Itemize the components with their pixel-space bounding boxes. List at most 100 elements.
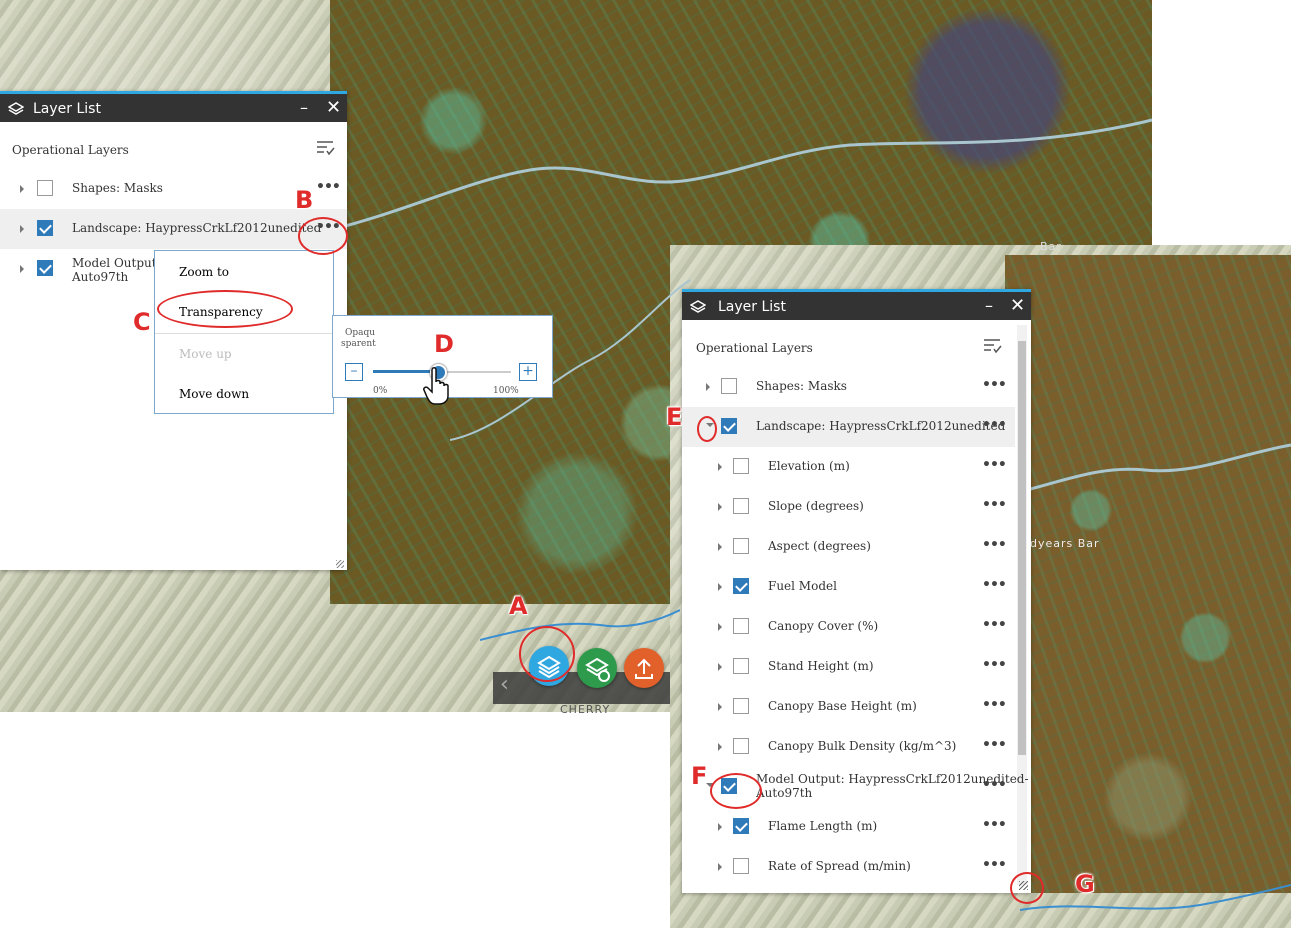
map-label-cherry: CHERRY — [560, 703, 611, 716]
toolbar-collapse-button[interactable]: ‹ — [500, 672, 509, 697]
layer-row[interactable]: Canopy Cover (%) ••• — [682, 607, 1015, 647]
close-button[interactable]: ✕ — [326, 97, 341, 118]
scrollbar-thumb[interactable] — [1018, 341, 1026, 755]
layer-row[interactable]: Aspect (degrees) ••• — [682, 527, 1015, 567]
minimize-button[interactable]: – — [985, 296, 993, 315]
slider-max-label: 100% — [493, 386, 519, 396]
add-data-button[interactable] — [577, 648, 617, 688]
layer-more-icon[interactable]: ••• — [982, 497, 1007, 513]
layer-row[interactable]: Elevation (m) ••• — [682, 447, 1015, 487]
layer-checkbox[interactable] — [733, 858, 749, 874]
menu-item-move-down[interactable]: Move down — [179, 387, 249, 401]
resize-handle-icon[interactable] — [336, 560, 344, 568]
layer-label: Flame Length (m) — [768, 819, 878, 833]
layer-label: Stand Height (m) — [768, 659, 874, 673]
layer-more-icon[interactable]: ••• — [316, 179, 341, 195]
layer-row[interactable]: Fuel Model ••• — [682, 567, 1015, 607]
layer-more-icon[interactable]: ••• — [982, 777, 1007, 793]
layer-row[interactable]: Canopy Base Height (m) ••• — [682, 687, 1015, 727]
layer-label: Elevation (m) — [768, 459, 850, 473]
layer-checkbox[interactable] — [37, 180, 53, 196]
layer-more-icon[interactable]: ••• — [982, 537, 1007, 553]
layer-more-icon[interactable]: ••• — [982, 417, 1007, 433]
layer-more-icon[interactable]: ••• — [982, 377, 1007, 393]
layers-icon — [8, 102, 24, 115]
layer-row[interactable]: Slope (degrees) ••• — [682, 487, 1015, 527]
layer-checkbox[interactable] — [733, 658, 749, 674]
layer-checkbox[interactable] — [733, 578, 749, 594]
expand-caret-icon[interactable] — [718, 703, 722, 711]
layer-label-line2: Auto97th — [756, 786, 813, 800]
slider-minus-button[interactable]: – — [345, 363, 363, 381]
layer-row[interactable]: Flame Length (m) ••• — [682, 807, 1015, 847]
layer-label-line2: Auto97th — [72, 270, 129, 284]
operational-layers-title: Operational Layers — [12, 143, 129, 157]
layer-more-icon[interactable]: ••• — [982, 697, 1007, 713]
layer-row[interactable]: Rate of Spread (m/min) ••• — [682, 847, 1015, 887]
annotation-e: E — [666, 403, 683, 431]
map-label-dyears-bar: dyears Bar — [1030, 537, 1100, 550]
layer-more-icon[interactable]: ••• — [982, 617, 1007, 633]
expand-caret-icon[interactable] — [20, 185, 24, 193]
layer-more-icon[interactable]: ••• — [982, 817, 1007, 833]
expand-caret-icon[interactable] — [718, 543, 722, 551]
map-label-bar: Bar — [1040, 240, 1062, 253]
layer-more-icon[interactable]: ••• — [982, 737, 1007, 753]
slider-plus-button[interactable]: + — [519, 363, 537, 381]
hand-pointer-icon — [423, 367, 449, 405]
layer-checkbox[interactable] — [733, 498, 749, 514]
expand-caret-icon[interactable] — [706, 383, 710, 391]
expand-caret-icon[interactable] — [20, 265, 24, 273]
layer-label: Slope (degrees) — [768, 499, 864, 513]
annotation-b: B — [295, 186, 314, 214]
panel-header: Layer List – ✕ — [0, 91, 347, 122]
operational-layers-title: Operational Layers — [696, 341, 813, 355]
layer-more-icon[interactable]: ••• — [982, 857, 1007, 873]
expand-caret-icon[interactable] — [718, 503, 722, 511]
layer-row-landscape[interactable]: Landscape: HaypressCrkLf2012unedited ••• — [0, 209, 347, 249]
layer-checkbox[interactable] — [733, 698, 749, 714]
expand-caret-icon[interactable] — [718, 463, 722, 471]
layer-checkbox[interactable] — [37, 220, 53, 236]
layer-checkbox[interactable] — [721, 378, 737, 394]
annotation-ring-f — [710, 773, 762, 809]
layer-checkbox[interactable] — [733, 538, 749, 554]
annotation-d: D — [434, 330, 454, 358]
layer-more-icon[interactable]: ••• — [982, 577, 1007, 593]
expand-caret-icon[interactable] — [718, 863, 722, 871]
layer-label: Shapes: Masks — [756, 379, 847, 393]
layer-checkbox[interactable] — [733, 618, 749, 634]
layer-checkbox[interactable] — [733, 738, 749, 754]
layer-more-icon[interactable]: ••• — [982, 657, 1007, 673]
annotation-c: C — [133, 308, 151, 336]
layer-more-icon[interactable]: ••• — [982, 457, 1007, 473]
expand-caret-icon[interactable] — [718, 583, 722, 591]
layers-icon — [690, 300, 706, 313]
options-filter-icon[interactable] — [315, 139, 335, 157]
layer-row[interactable]: Stand Height (m) ••• — [682, 647, 1015, 687]
layer-checkbox[interactable] — [721, 418, 737, 434]
layer-label: Landscape: HaypressCrkLf2012unedited — [72, 221, 322, 235]
menu-divider — [155, 333, 333, 334]
layer-checkbox[interactable] — [733, 458, 749, 474]
layer-checkbox[interactable] — [733, 818, 749, 834]
options-filter-icon[interactable] — [982, 337, 1002, 355]
panel-title: Layer List — [718, 299, 786, 315]
layer-label: Canopy Cover (%) — [768, 619, 879, 633]
layer-row[interactable]: Canopy Bulk Density (kg/m^3) ••• — [682, 727, 1015, 767]
expand-caret-icon[interactable] — [718, 663, 722, 671]
expand-caret-icon[interactable] — [20, 225, 24, 233]
expand-caret-icon[interactable] — [718, 623, 722, 631]
expand-caret-icon[interactable] — [718, 743, 722, 751]
layer-checkbox[interactable] — [37, 260, 53, 276]
layer-row[interactable]: Landscape: HaypressCrkLf2012unedited ••• — [682, 407, 1015, 447]
annotation-f: F — [691, 762, 708, 790]
upload-button[interactable] — [624, 648, 664, 688]
layer-label: Shapes: Masks — [72, 181, 163, 195]
menu-item-zoom-to[interactable]: Zoom to — [179, 265, 229, 279]
close-button[interactable]: ✕ — [1010, 295, 1025, 316]
expand-caret-icon[interactable] — [718, 823, 722, 831]
layer-row[interactable]: Shapes: Masks ••• — [682, 367, 1015, 407]
minimize-button[interactable]: – — [300, 98, 308, 117]
annotation-g: G — [1075, 870, 1095, 898]
